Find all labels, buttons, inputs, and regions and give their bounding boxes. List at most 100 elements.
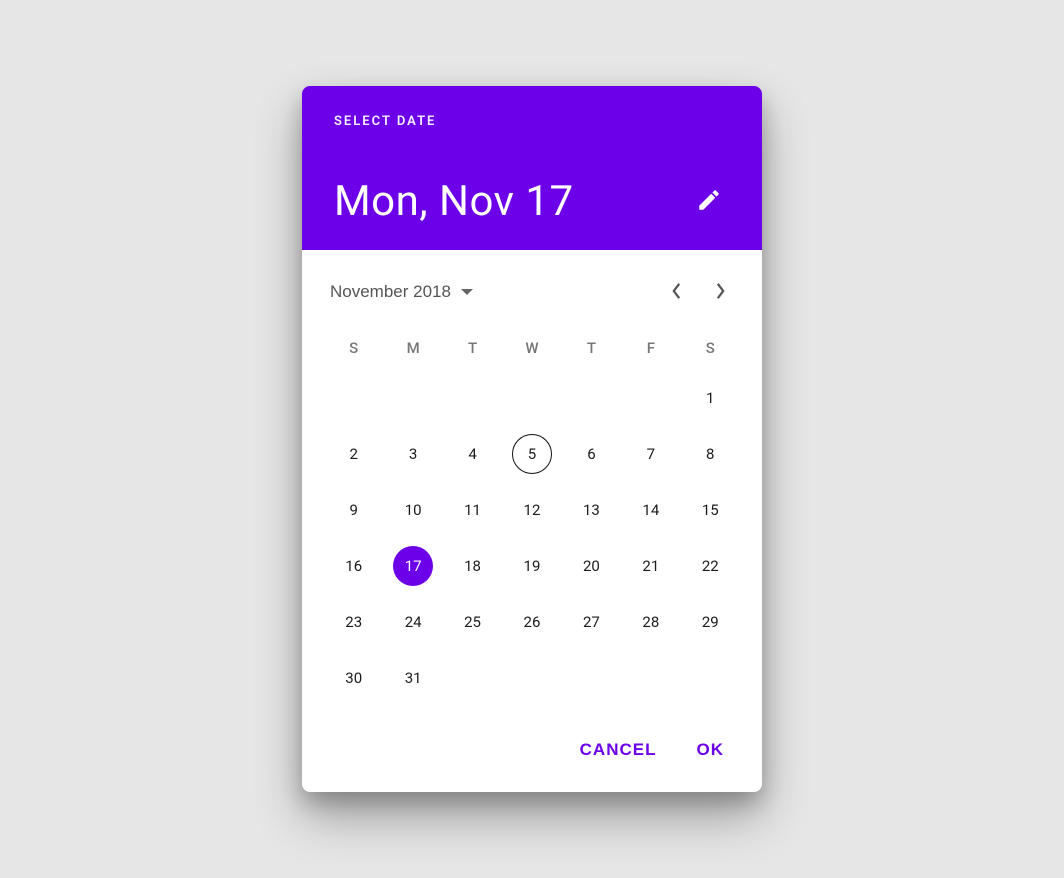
calendar-day-number: 31	[393, 658, 433, 698]
calendar-day-empty	[324, 370, 383, 426]
caret-down-icon	[461, 289, 473, 295]
calendar-day-empty	[621, 370, 680, 426]
calendar-week-row: 910 11 12 13 14 15	[324, 482, 740, 538]
calendar-day[interactable]: 14	[621, 482, 680, 538]
calendar-week-row: 2345678	[324, 426, 740, 482]
calendar-day[interactable]: 26	[502, 594, 561, 650]
calendar-day-number: 6	[571, 434, 611, 474]
day-of-week-cell: T	[443, 326, 502, 370]
calendar-day-empty	[621, 650, 680, 706]
calendar-day[interactable]: 1	[681, 370, 740, 426]
calendar-day-empty	[383, 370, 442, 426]
calendar-day-empty	[502, 370, 561, 426]
calendar-day[interactable]: 21	[621, 538, 680, 594]
calendar-day-number: 15	[690, 490, 730, 530]
calendar-day-number: 19	[512, 546, 552, 586]
calendar-day-number: 21	[631, 546, 671, 586]
calendar-day[interactable]: 8	[681, 426, 740, 482]
calendar-day-empty	[443, 370, 502, 426]
cancel-button[interactable]: CANCEL	[566, 730, 671, 770]
calendar-day[interactable]: 22	[681, 538, 740, 594]
prev-month-button[interactable]	[654, 270, 698, 314]
calendar-day-number: 25	[453, 602, 493, 642]
month-year-dropdown[interactable]: November 2018	[330, 282, 473, 302]
calendar-day[interactable]: 29	[681, 594, 740, 650]
calendar-day[interactable]: 20	[562, 538, 621, 594]
day-of-week-cell: F	[621, 326, 680, 370]
calendar-day[interactable]: 3	[383, 426, 442, 482]
calendar-day[interactable]: 4	[443, 426, 502, 482]
month-year-label: November 2018	[330, 282, 451, 302]
day-of-week-cell: M	[383, 326, 442, 370]
calendar-day-number: 10	[393, 490, 433, 530]
calendar-day-number: 29	[690, 602, 730, 642]
calendar-day[interactable]: 17	[383, 538, 442, 594]
calendar-day-number: 11	[453, 490, 493, 530]
calendar-day-number: 4	[453, 434, 493, 474]
calendar-day-number: 20	[571, 546, 611, 586]
chevron-right-icon	[715, 282, 726, 303]
ok-button[interactable]: OK	[683, 730, 739, 770]
calendar-day[interactable]: 5	[502, 426, 561, 482]
calendar-day[interactable]: 11	[443, 482, 502, 538]
header-title-row: Mon, Nov 17	[334, 177, 730, 226]
day-of-week-cell: S	[324, 326, 383, 370]
calendar-day[interactable]: 27	[562, 594, 621, 650]
calendar-day[interactable]: 13	[562, 482, 621, 538]
calendar-day[interactable]: 9	[324, 482, 383, 538]
calendar-day[interactable]: 30	[324, 650, 383, 706]
day-of-week-row: SMTWTFS	[324, 326, 740, 370]
calendar-day-number: 14	[631, 490, 671, 530]
calendar-day-number: 18	[453, 546, 493, 586]
calendar-day-number: 26	[512, 602, 552, 642]
calendar-day[interactable]: 7	[621, 426, 680, 482]
calendar-day-empty	[681, 650, 740, 706]
calendar-day[interactable]: 18	[443, 538, 502, 594]
day-of-week-cell: S	[681, 326, 740, 370]
calendar-day[interactable]: 31	[383, 650, 442, 706]
chevron-left-icon	[671, 282, 682, 303]
pencil-icon	[696, 201, 722, 216]
calendar-day-number: 13	[571, 490, 611, 530]
dialog-actions: CANCEL OK	[302, 722, 762, 792]
calendar-day-number: 27	[571, 602, 611, 642]
calendar-day-number: 16	[334, 546, 374, 586]
calendar-day[interactable]: 25	[443, 594, 502, 650]
calendar-day[interactable]: 24	[383, 594, 442, 650]
calendar-day[interactable]: 10	[383, 482, 442, 538]
calendar-day-number: 22	[690, 546, 730, 586]
calendar-week-row: 30 31	[324, 650, 740, 706]
calendar-day-number: 8	[690, 434, 730, 474]
calendar-week-row: 23 24 25 26 27 28 29	[324, 594, 740, 650]
calendar-day[interactable]: 28	[621, 594, 680, 650]
calendar-day[interactable]: 6	[562, 426, 621, 482]
calendar-day-number: 28	[631, 602, 671, 642]
date-picker: SELECT DATE Mon, Nov 17 November 2018	[302, 86, 762, 792]
calendar-day-number: 1	[690, 378, 730, 418]
calendar-day[interactable]: 23	[324, 594, 383, 650]
select-date-label: SELECT DATE	[334, 114, 730, 129]
calendar-day[interactable]: 16	[324, 538, 383, 594]
calendar-day-empty	[443, 650, 502, 706]
edit-date-button[interactable]	[688, 179, 730, 224]
next-month-button[interactable]	[698, 270, 742, 314]
calendar-day-number: 3	[393, 434, 433, 474]
calendar-day-number: 30	[334, 658, 374, 698]
calendar-week-row: 1	[324, 370, 740, 426]
month-controls: November 2018	[302, 250, 762, 326]
calendar-day-number: 17	[393, 546, 433, 586]
calendar-day[interactable]: 19	[502, 538, 561, 594]
calendar-day-number: 7	[631, 434, 671, 474]
calendar-day-number: 24	[393, 602, 433, 642]
calendar-day[interactable]: 12	[502, 482, 561, 538]
calendar-day-empty	[562, 370, 621, 426]
calendar-day[interactable]: 15	[681, 482, 740, 538]
selected-date-display: Mon, Nov 17	[334, 177, 574, 226]
calendar-day-number: 23	[334, 602, 374, 642]
calendar-day-number: 2	[334, 434, 374, 474]
calendar-day-number: 12	[512, 490, 552, 530]
calendar-day-empty	[562, 650, 621, 706]
calendar-day[interactable]: 2	[324, 426, 383, 482]
calendar-day-empty	[502, 650, 561, 706]
days-area: 1234567891011121314151617181920212223242…	[324, 370, 740, 706]
